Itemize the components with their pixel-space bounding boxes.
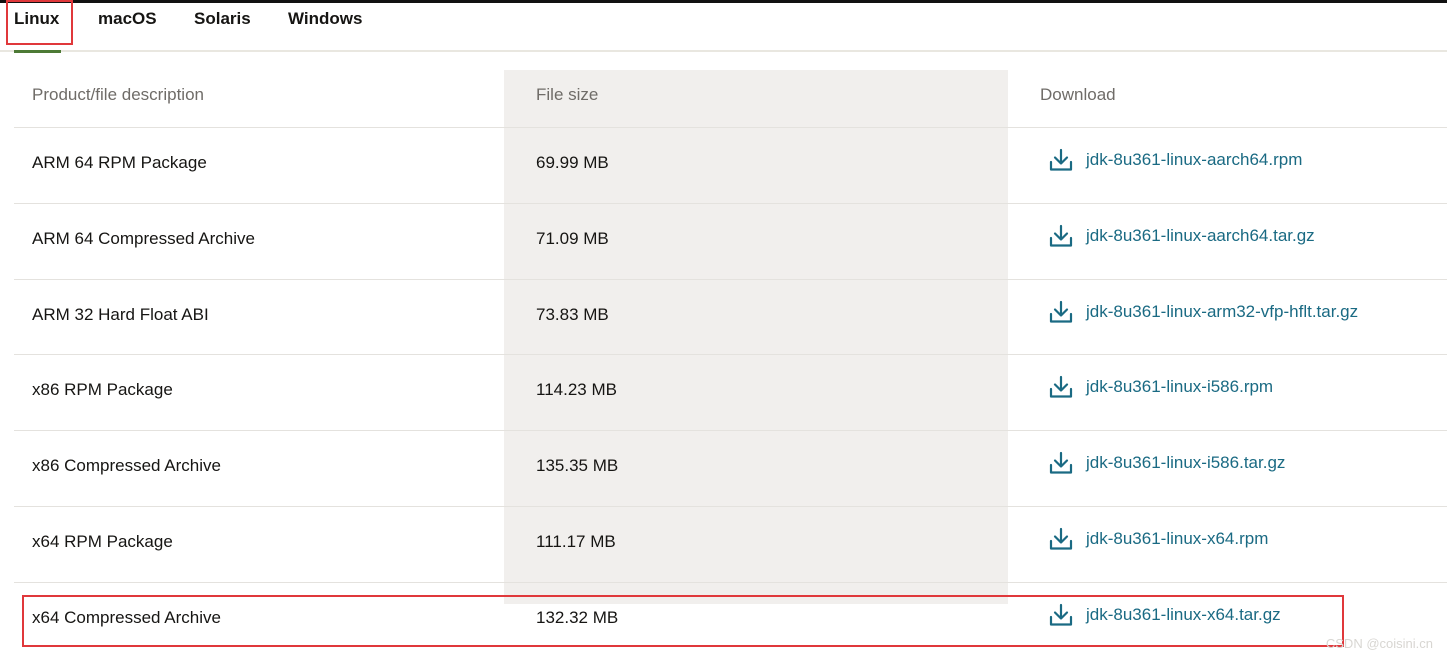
download-filename-link[interactable]: jdk-8u361-linux-arm32-vfp-hflt.tar.gz <box>1086 302 1358 322</box>
row-file-size: 111.17 MB <box>536 532 616 551</box>
header-description: Product/file description <box>32 85 204 104</box>
linux-tab-highlight <box>6 0 73 45</box>
download-icon <box>1049 527 1073 550</box>
row-file-size: 71.09 MB <box>536 229 609 248</box>
download-icon <box>1049 451 1073 474</box>
row-description: ARM 32 Hard Float ABI <box>32 305 209 324</box>
header-file-size: File size <box>536 85 599 104</box>
table-row: x86 Compressed Archive 135.35 MB jdk-8u361… <box>14 430 1447 507</box>
row-file-size: 135.35 MB <box>536 456 619 475</box>
download-link[interactable]: jdk-8u361-linux-arm32-vfp-hflt.tar.gz <box>1048 299 1358 325</box>
download-icon <box>1049 375 1073 398</box>
download-icon <box>1049 148 1073 171</box>
download-filename-link[interactable]: jdk-8u361-linux-x64.rpm <box>1086 529 1268 549</box>
row-description: x86 RPM Package <box>32 380 173 399</box>
row-file-size: 73.83 MB <box>536 305 609 324</box>
table-row: x86 RPM Package 114.23 MB jdk-8u361-linux-… <box>14 354 1447 431</box>
row-description: ARM 64 Compressed Archive <box>32 229 255 248</box>
download-icon <box>1049 300 1073 323</box>
tab-macos[interactable]: macOS <box>98 9 157 29</box>
download-link[interactable]: jdk-8u361-linux-aarch64.rpm <box>1048 147 1302 173</box>
table-row: ARM 64 RPM Package 69.99 MB jdk-8u361-linu… <box>14 127 1447 204</box>
download-link[interactable]: jdk-8u361-linux-aarch64.tar.gz <box>1048 223 1315 249</box>
download-link[interactable]: jdk-8u361-linux-i586.tar.gz <box>1048 450 1285 476</box>
x64-archive-highlight <box>22 595 1344 647</box>
table-row: ARM 64 Compressed Archive 71.09 MB jdk-8u3… <box>14 203 1447 280</box>
row-file-size: 69.99 MB <box>536 153 609 172</box>
row-file-size: 114.23 MB <box>536 380 617 399</box>
row-description: x86 Compressed Archive <box>32 456 221 475</box>
table-row: ARM 32 Hard Float ABI 73.83 MB jdk-8u361-l… <box>14 279 1447 356</box>
download-filename-link[interactable]: jdk-8u361-linux-i586.rpm <box>1086 377 1273 397</box>
row-description: x64 RPM Package <box>32 532 173 551</box>
download-filename-link[interactable]: jdk-8u361-linux-aarch64.tar.gz <box>1086 226 1315 246</box>
download-filename-link[interactable]: jdk-8u361-linux-aarch64.rpm <box>1086 150 1302 170</box>
row-description: ARM 64 RPM Package <box>32 153 207 172</box>
download-link[interactable]: jdk-8u361-linux-x64.rpm <box>1048 526 1268 552</box>
download-filename-link[interactable]: jdk-8u361-linux-i586.tar.gz <box>1086 453 1285 473</box>
tab-windows[interactable]: Windows <box>288 9 362 29</box>
watermark: CSDN @coisini.cn <box>1325 636 1433 651</box>
header-download: Download <box>1040 85 1116 104</box>
os-tab-bar: Linux macOS Solaris Windows <box>0 3 1447 53</box>
table-row: x64 RPM Package 111.17 MB jdk-8u361-linux-… <box>14 506 1447 583</box>
active-tab-indicator <box>14 50 61 53</box>
download-icon <box>1049 224 1073 247</box>
tab-solaris[interactable]: Solaris <box>194 9 251 29</box>
download-link[interactable]: jdk-8u361-linux-i586.rpm <box>1048 374 1273 400</box>
